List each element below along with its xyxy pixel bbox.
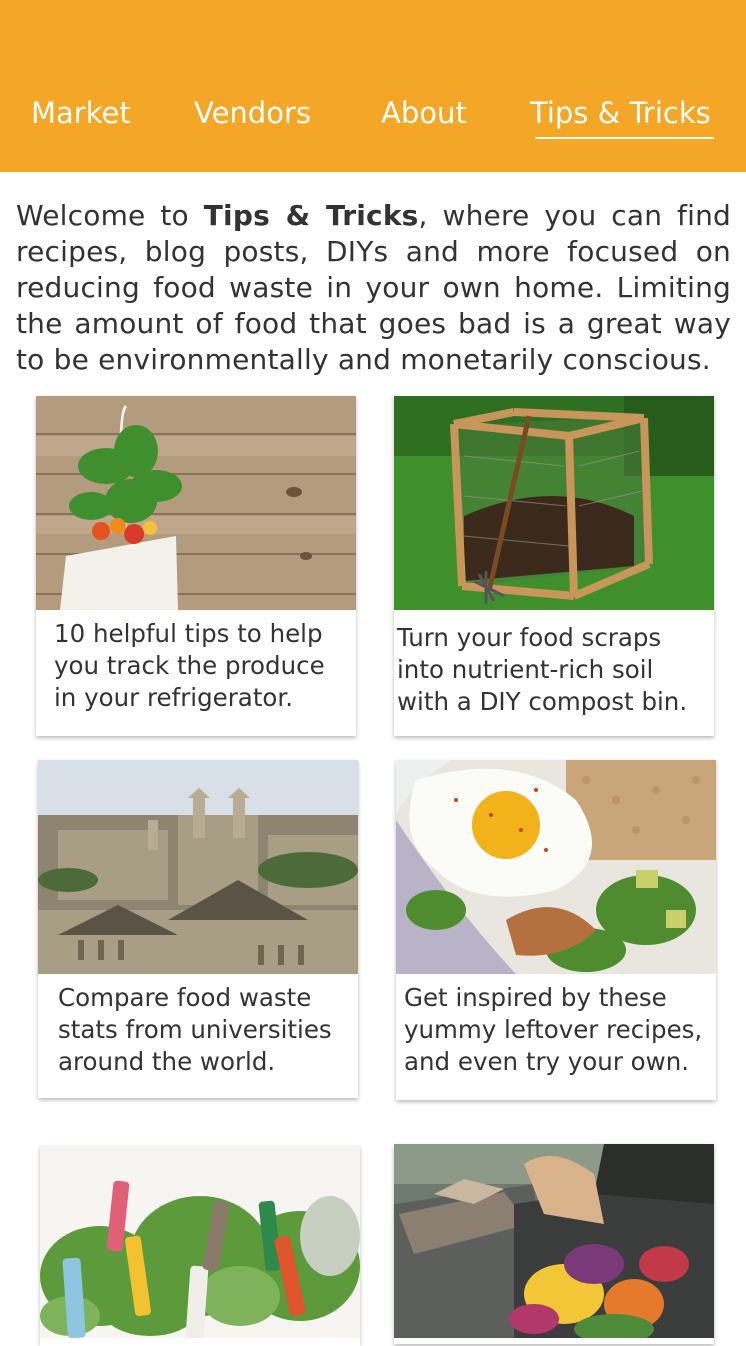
top-nav-bar: Market Vendors About Tips & Tricks bbox=[0, 0, 746, 172]
caption-line: around the world. bbox=[58, 1047, 276, 1076]
caption-line: stats from universities bbox=[58, 1015, 332, 1044]
tip-card-universities[interactable]: Compare food waste stats from universiti… bbox=[38, 760, 358, 1098]
caption-line: into nutrient-rich soil bbox=[397, 655, 654, 684]
caption-line: you track the produce bbox=[54, 651, 325, 680]
card-caption: 10 helpful tips to help you track the pr… bbox=[54, 618, 346, 714]
food-waste-bins-image bbox=[394, 1144, 714, 1338]
caption-line: 10 helpful tips to help bbox=[54, 619, 323, 648]
caption-line: in your refrigerator. bbox=[54, 683, 294, 712]
tip-card-waste-bins[interactable] bbox=[394, 1144, 714, 1344]
herb-garden-image bbox=[40, 1146, 360, 1338]
tip-card-produce[interactable]: 10 helpful tips to help you track the pr… bbox=[36, 396, 356, 736]
caption-line: Turn your food scraps bbox=[397, 623, 662, 652]
active-tab-indicator bbox=[535, 137, 714, 139]
card-caption: Get inspired by these yummy leftover rec… bbox=[404, 982, 706, 1078]
produce-bag-on-wood-image bbox=[36, 396, 356, 610]
tip-card-recipes[interactable]: Get inspired by these yummy leftover rec… bbox=[396, 760, 716, 1100]
intro-line-1: Welcome to Tips & Tricks, where you can … bbox=[16, 198, 731, 234]
tip-card-compost[interactable]: Turn your food scraps into nutrient-rich… bbox=[394, 396, 714, 736]
intro-bold-title: Tips & Tricks bbox=[203, 199, 419, 232]
card-caption: Compare food waste stats from universiti… bbox=[58, 982, 348, 1078]
nav-vendors[interactable]: Vendors bbox=[194, 94, 311, 132]
intro-paragraph: Welcome to Tips & Tricks, where you can … bbox=[16, 198, 731, 378]
intro-suffix: , where you can find bbox=[418, 199, 731, 232]
leftover-bowl-image bbox=[396, 760, 716, 974]
caption-line: Get inspired by these bbox=[404, 983, 667, 1012]
nav-tips-tricks[interactable]: Tips & Tricks bbox=[530, 94, 711, 132]
compost-bin-image bbox=[394, 396, 714, 610]
intro-prefix: Welcome to bbox=[16, 199, 189, 232]
card-caption: Turn your food scraps into nutrient-rich… bbox=[397, 622, 704, 718]
intro-line-4: the amount of food that goes bad is a gr… bbox=[16, 307, 731, 340]
caption-line: yummy leftover recipes, bbox=[404, 1015, 703, 1044]
caption-line: with a DIY compost bin. bbox=[397, 687, 688, 716]
nav-market[interactable]: Market bbox=[31, 94, 131, 132]
university-skyline-image bbox=[38, 760, 358, 974]
tip-card-herbs[interactable] bbox=[40, 1146, 360, 1346]
intro-line-2: recipes, blog posts, DIYs and more focus… bbox=[16, 235, 731, 268]
caption-line: and even try your own. bbox=[404, 1047, 690, 1076]
nav-about[interactable]: About bbox=[381, 94, 467, 132]
intro-line-5: to be environmentally and monetarily con… bbox=[16, 343, 711, 376]
intro-line-3: reducing food waste in your own home. Li… bbox=[16, 271, 731, 304]
caption-line: Compare food waste bbox=[58, 983, 312, 1012]
